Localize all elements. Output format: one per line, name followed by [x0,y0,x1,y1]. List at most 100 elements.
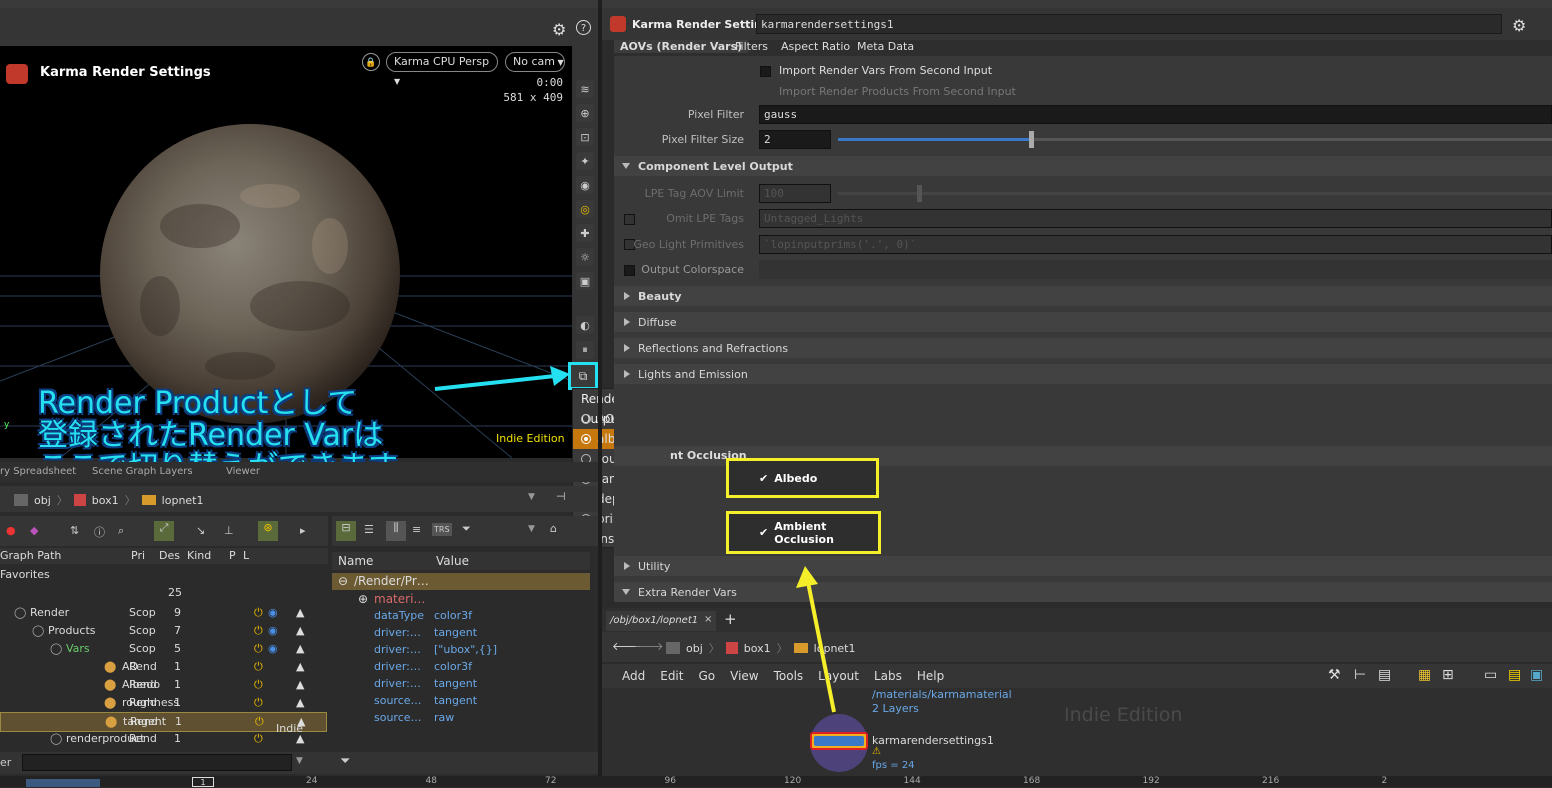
import-vars-checkbox[interactable] [760,66,771,77]
tab-aspect-ratio[interactable]: Aspect Ratio [781,40,850,53]
rows-icon[interactable]: ≡ [412,523,421,536]
select-icon[interactable]: ⊕ [576,104,594,122]
power-icon[interactable]: ⏻ [254,624,263,638]
tab-meta-data[interactable]: Meta Data [857,40,914,53]
cursor-icon[interactable]: ▲ [296,696,304,709]
output-colorspace-field[interactable] [759,260,1552,279]
help-icon[interactable]: ? [576,20,591,35]
eye-icon[interactable]: ◉ [268,624,278,637]
eye-icon[interactable]: ◉ [268,642,278,655]
network-editor[interactable]: /materials/karmamaterial 2 Layers Indie … [602,688,1552,776]
tools-icon[interactable]: ⚒ [1328,667,1341,683]
tree-row[interactable]: ⬤ Albedo Rend 1 ⏻ ▲ [0,676,325,694]
tab-scene-graph-layers[interactable]: Scene Graph Layers [92,466,193,477]
tree-row[interactable]: ⬤ roughness Rend 1 ⏻ ▲ [0,694,325,712]
attr-row[interactable]: dataType color3f [332,608,587,625]
gear-icon[interactable]: ⚙ [552,20,566,39]
image-icon[interactable]: ▣ [1530,667,1543,683]
filter-icon[interactable]: ⏷ [340,754,350,769]
note-icon[interactable]: ▤ [1508,667,1521,683]
param-folder[interactable]: Lights and Emission [614,364,1552,384]
crumb-obj[interactable]: obj [34,494,51,507]
headlight-icon[interactable]: ◎ [576,200,594,218]
tree-tool-icon[interactable]: ● [6,524,16,537]
tree-tool-icon[interactable]: ◆ [30,524,38,537]
render-settings-node[interactable] [810,732,868,750]
chevron-down-icon[interactable]: ▼ [296,756,303,766]
network-menu-item[interactable]: Edit [660,669,683,683]
attr-tool-icon[interactable]: ⊟ [336,521,356,541]
cursor-icon[interactable]: ▲ [296,660,304,673]
power-icon[interactable]: ⏻ [254,660,263,674]
crumb-obj[interactable]: obj [686,642,703,655]
crumb-box1[interactable]: box1 [744,642,771,655]
tree-row[interactable]: ◯ Vars Scop 5 ⏻ ◉ ▲ [0,640,325,658]
chevron-down-icon[interactable]: ▼ [528,492,535,502]
param-folder[interactable]: Diffuse [614,312,1552,332]
attr-row[interactable]: driver:… color3f [332,659,587,676]
attr-row[interactable]: source… tangent [332,693,587,710]
network-menu-item[interactable]: Labs [874,669,902,683]
layout-icon[interactable]: ⊞ [1442,667,1454,683]
component-level-folder[interactable]: Component Level Output [614,156,1552,176]
favorites-label[interactable]: Favorites [0,568,50,581]
col-kind[interactable]: Kind [187,549,211,562]
network-tab[interactable]: /obj/box1/lopnet1 × [606,611,716,631]
search-icon[interactable]: ⌕ [118,524,124,538]
ambient-occlusion-toggle[interactable]: ✔ Ambient Occlusion [726,511,881,554]
albedo-toggle[interactable]: ✔ Albedo [726,458,879,498]
attr-path-row[interactable]: ⊖ /Render/Pr… [332,573,590,590]
power-icon[interactable]: ⏻ [254,696,263,710]
lpe-limit-field[interactable]: 100 [759,184,831,203]
tree-tool-icon[interactable]: ⤢ [154,521,174,541]
network-menu-item[interactable]: Help [917,669,944,683]
power-icon[interactable]: ⏻ [254,732,263,746]
tree-tool-icon[interactable]: ⊥ [224,524,234,537]
cursor-icon[interactable]: ▲ [296,606,304,619]
utility-folder[interactable]: Utility [614,556,1552,576]
power-icon[interactable]: ⏻ [254,606,263,620]
render-region-icon[interactable]: ▣ [576,272,594,290]
attr-row[interactable]: driver:… tangent [332,625,587,642]
attr-row[interactable]: driver:… ["ubox",{}] [332,642,587,659]
lock-icon[interactable]: 🔒 [362,53,380,71]
col-value[interactable]: Value [436,554,469,568]
col-p[interactable]: P [229,549,236,562]
pixel-filter-size-slider[interactable] [838,131,1552,148]
package-icon[interactable]: ⌂ [550,522,557,535]
pane-divider[interactable] [598,0,602,776]
tab-viewer[interactable]: Viewer [226,466,260,477]
close-icon[interactable]: × [704,614,712,625]
tree-row[interactable]: ⬤ AO Rend 1 ⏻ ▲ [0,658,325,676]
tree-row[interactable]: ◯ Products Scop 7 ⏻ ◉ ▲ [0,622,325,640]
col-l[interactable]: L [243,549,249,562]
param-folder[interactable]: Beauty [614,286,1552,306]
tab-spreadsheet[interactable]: ry Spreadsheet [0,466,76,477]
light-add-icon[interactable]: ✚ [576,224,594,242]
tab-aovs[interactable]: AOVs (Render Vars) [614,40,749,53]
filter-input[interactable] [22,754,292,771]
tree-tool-icon[interactable]: ↘ [196,524,205,537]
attr-group-row[interactable]: ⊕ materi… [332,591,590,608]
gear-icon[interactable]: ⚙ [1512,16,1526,35]
node-name-field[interactable]: karmarendersettings1 [756,14,1502,34]
tree-tool-icon[interactable]: ⊛ [258,521,278,541]
tree-tool-icon[interactable]: ⇅ [70,524,79,537]
info-icon[interactable]: ⓘ [94,524,105,540]
tab-filters[interactable]: Filters [735,40,768,53]
network-menu-item[interactable]: Go [698,669,715,683]
cursor-icon[interactable]: ▲ [296,642,304,655]
camera-dropdown[interactable]: No cam ▼ [505,52,565,72]
crumb-box1[interactable]: box1 [92,494,119,507]
col-name[interactable]: Name [338,554,373,568]
filter-icon[interactable]: ⏷ [462,522,471,536]
lock-view-icon[interactable]: ⊡ [576,128,594,146]
col-pri[interactable]: Pri [131,549,145,562]
trs-icon[interactable]: TRS [432,523,452,536]
timeline[interactable]: 1 24 48 72 96 120 144 168 192 216 2 [0,776,1552,787]
network-menu-item[interactable]: View [730,669,758,683]
pixel-filter-size-field[interactable]: 2 [759,130,831,149]
chevron-down-icon[interactable]: ▼ [528,524,535,534]
display-options-icon[interactable]: ≋ [576,80,594,98]
geo-light-field[interactable]: `lopinputprims('.', 0)` [759,235,1552,254]
